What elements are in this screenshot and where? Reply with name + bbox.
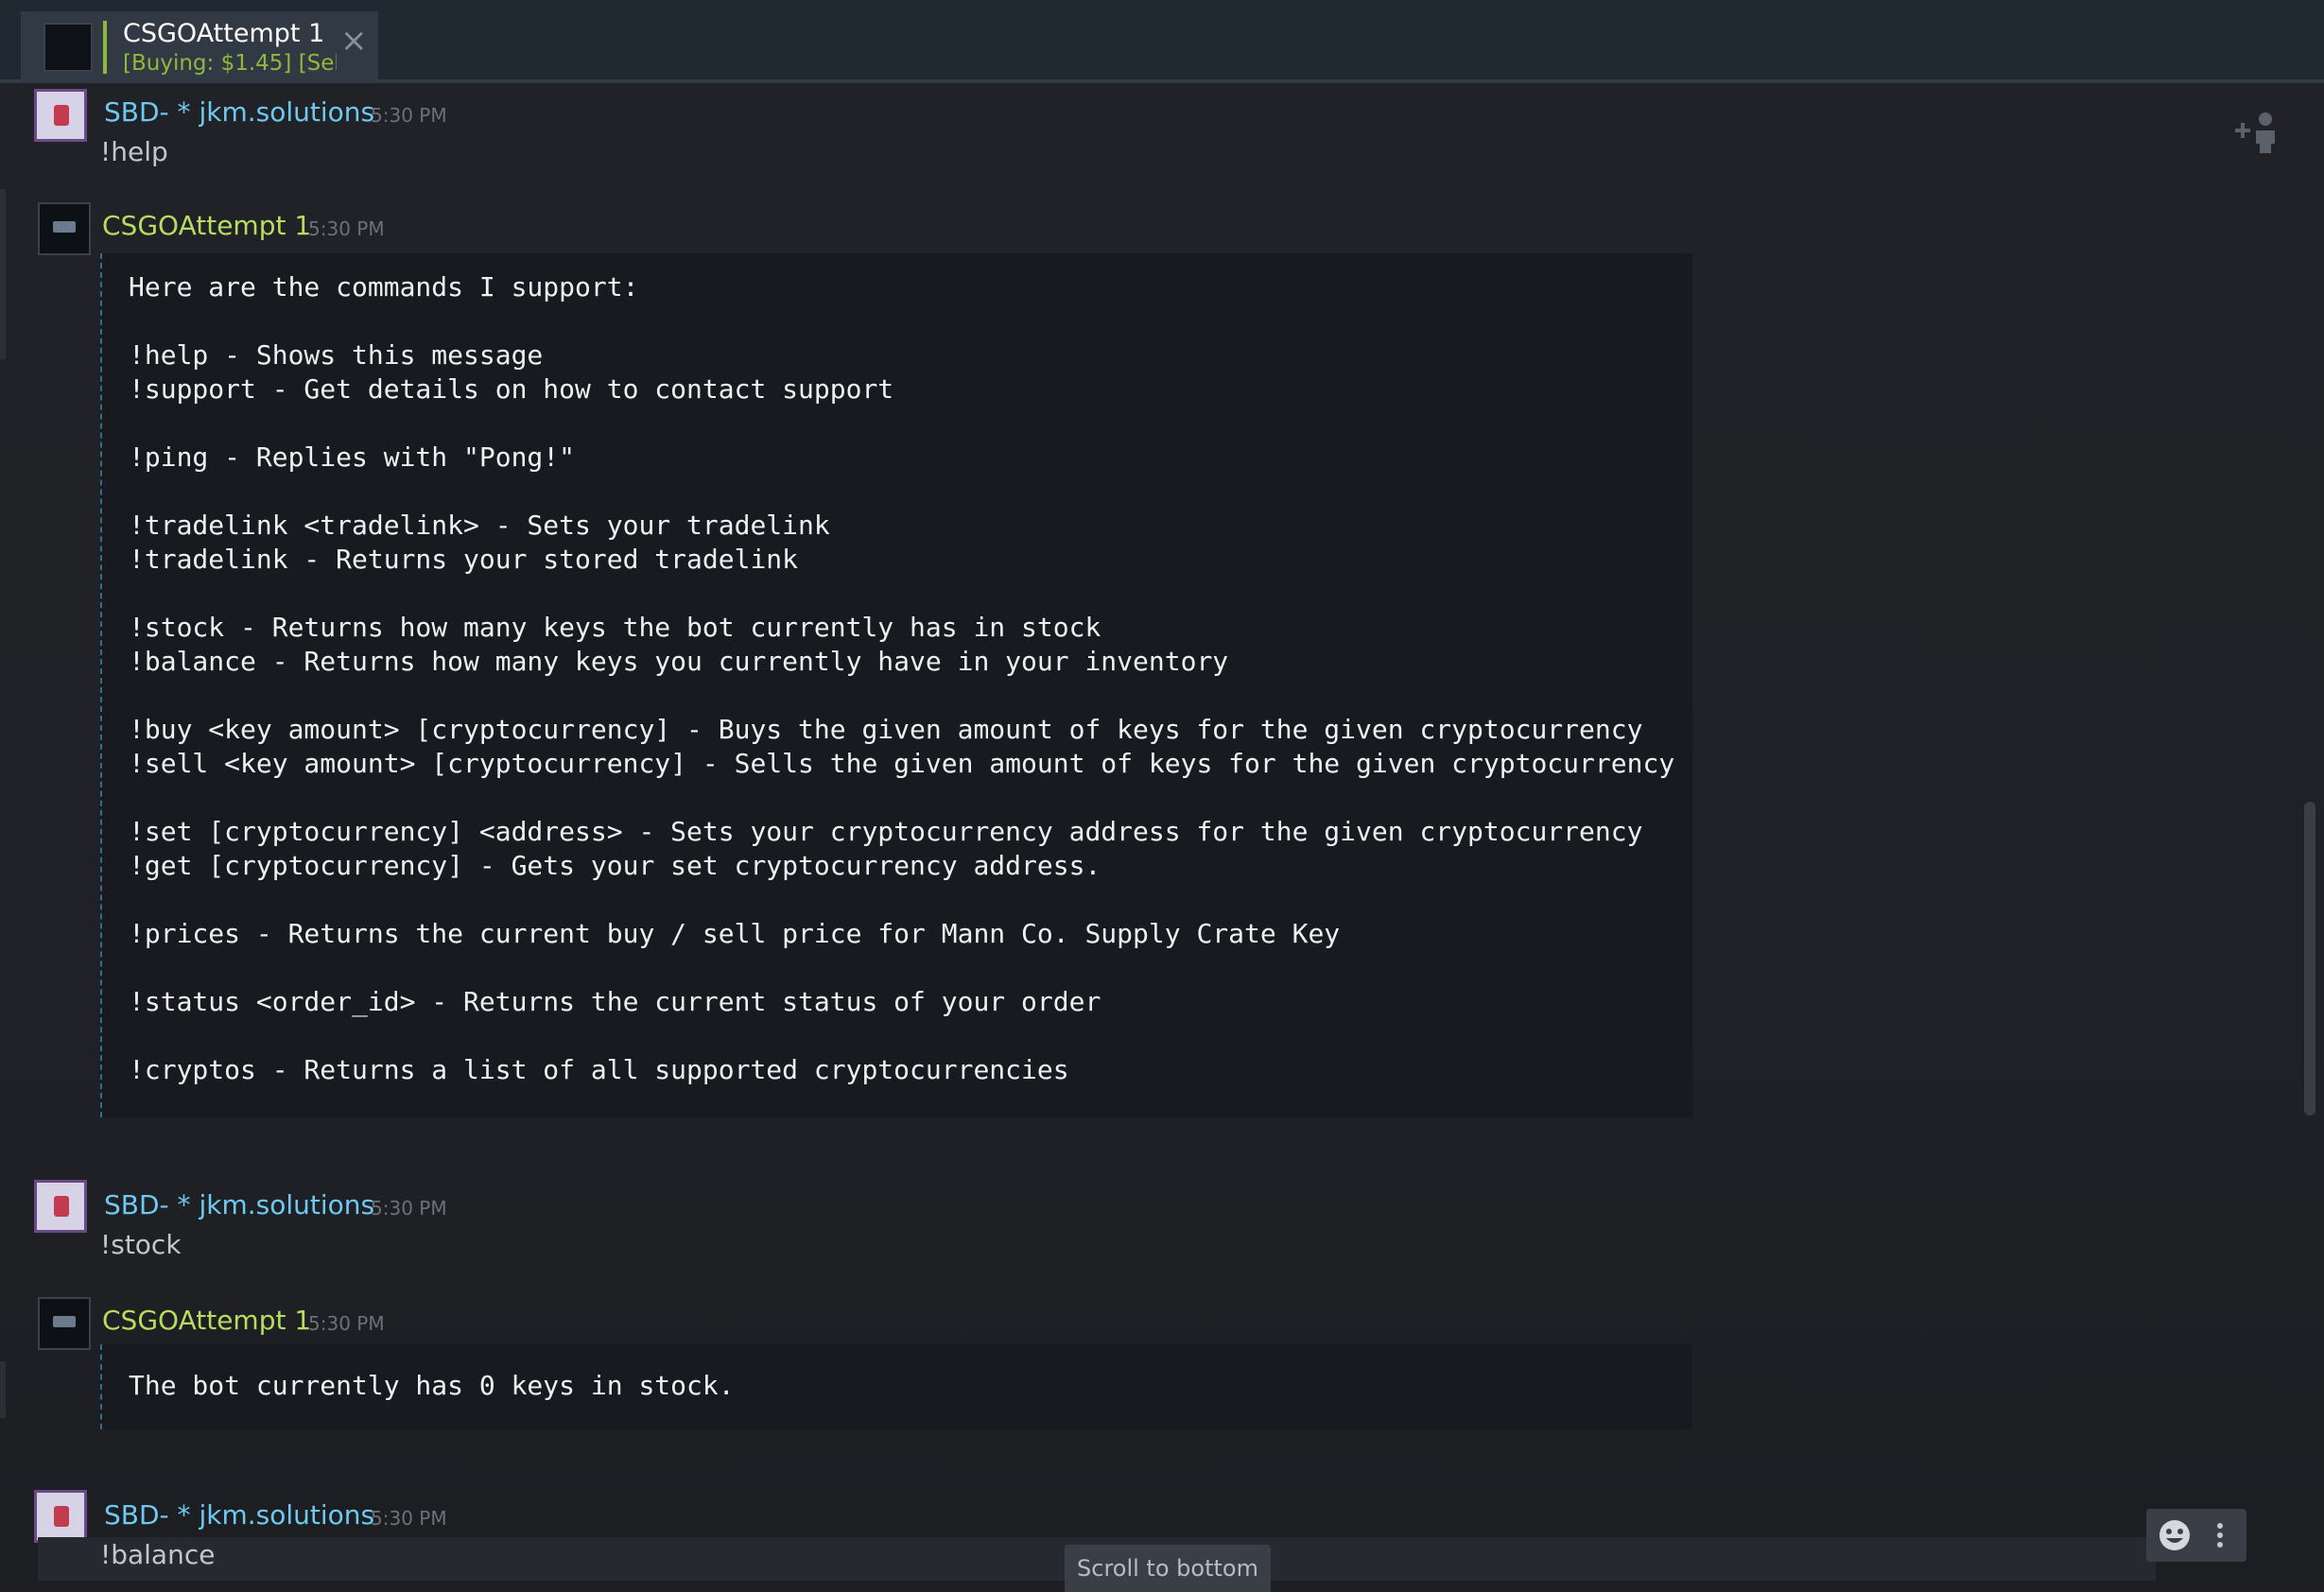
message-timestamp: 5:30 PM: [308, 217, 385, 240]
user-avatar[interactable]: [34, 1180, 87, 1233]
code-line: !status <order_id> - Returns the current…: [129, 986, 1101, 1017]
code-line: !help - Shows this message: [129, 339, 544, 371]
message-text: !balance: [100, 1539, 216, 1570]
scrollbar-thumb[interactable]: [2304, 802, 2315, 1116]
bot-avatar[interactable]: [38, 202, 91, 255]
chat-tab-bar: CSGOAttempt 1 [Buying: $1.45] [Selling: …: [0, 0, 2324, 83]
chat-left-edge: [0, 189, 6, 359]
code-line: !prices - Returns the current buy / sell…: [129, 918, 1341, 949]
code-line: !tradelink <tradelink> - Sets your trade…: [129, 510, 830, 541]
tab-status-text: [Buying: $1.45] [Selling: ...: [123, 51, 337, 76]
code-line: !buy <key amount> [cryptocurrency] - Buy…: [129, 714, 1643, 745]
add-friend-icon[interactable]: [2233, 106, 2286, 159]
message-actions-bar: [2146, 1509, 2246, 1562]
username[interactable]: SBD- * jkm.solutions: [104, 1189, 374, 1220]
code-line: !cryptos - Returns a list of all support…: [129, 1054, 1069, 1085]
code-line: !get [cryptocurrency] - Gets your set cr…: [129, 850, 1101, 881]
message-timestamp: 5:30 PM: [308, 1312, 385, 1335]
code-line: !set [cryptocurrency] <address> - Sets y…: [129, 816, 1643, 847]
message-timestamp: 5:30 PM: [371, 1507, 447, 1530]
username[interactable]: SBD- * jkm.solutions: [104, 1499, 374, 1531]
username[interactable]: CSGOAttempt 1: [102, 210, 311, 241]
code-line: !support - Get details on how to contact…: [129, 373, 894, 405]
username[interactable]: SBD- * jkm.solutions: [104, 96, 374, 128]
user-avatar[interactable]: [34, 89, 87, 142]
close-icon[interactable]: ×: [340, 25, 368, 57]
code-line: !stock - Returns how many keys the bot c…: [129, 612, 1101, 643]
message-text: !stock: [100, 1229, 182, 1260]
code-line: !balance - Returns how many keys you cur…: [129, 646, 1229, 677]
bot-avatar[interactable]: [38, 1297, 91, 1350]
code-line: Here are the commands I support:: [129, 271, 639, 303]
code-line: !tradelink - Returns your stored tradeli…: [129, 544, 799, 575]
chat-left-edge: [0, 1361, 6, 1418]
tab-title: CSGOAttempt 1: [123, 19, 325, 48]
code-line: The bot currently has 0 keys in stock.: [129, 1370, 735, 1401]
code-line: !sell <key amount> [cryptocurrency] - Se…: [129, 748, 1675, 779]
user-avatar[interactable]: [34, 1490, 87, 1543]
tab-avatar: [43, 23, 93, 72]
code-line: !ping - Replies with "Pong!": [129, 441, 576, 473]
message-text: !help: [100, 136, 168, 167]
scroll-to-bottom-button[interactable]: Scroll to bottom: [1065, 1545, 1271, 1592]
chat-tab[interactable]: CSGOAttempt 1 [Buying: $1.45] [Selling: …: [21, 11, 378, 83]
more-options-icon[interactable]: [2212, 1518, 2228, 1552]
emoji-icon[interactable]: [2158, 1518, 2192, 1552]
code-block-message: Here are the commands I support: !help -…: [100, 253, 1692, 1117]
code-block-message: The bot currently has 0 keys in stock.: [100, 1344, 1692, 1429]
message-timestamp: 5:30 PM: [371, 1197, 447, 1220]
online-status-indicator: [103, 21, 107, 74]
username[interactable]: CSGOAttempt 1: [102, 1305, 311, 1336]
message-timestamp: 5:30 PM: [371, 104, 447, 127]
